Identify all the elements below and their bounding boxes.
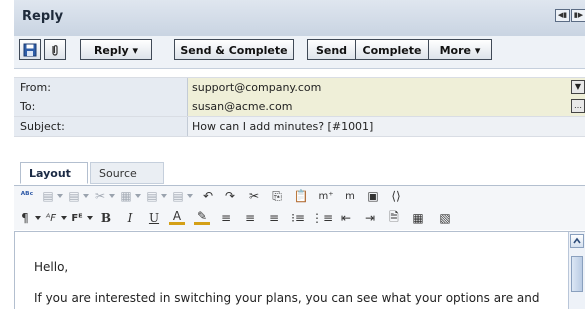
table-insert-dropdown-icon[interactable] bbox=[135, 194, 141, 198]
editor-toolbar-row2: ¶ ᴬF Fᴱ B I U A ✎ ≡ ≡ ≡ ⁝≡ ⋮≡ ⇤ ⇥ 🗎 ▦ ▧ bbox=[14, 208, 585, 230]
editor-toolbar-row1: ᴬᴮᶜ ▤ ▤ ✂ ▦ ▤ ▤ ↶ ↷ ✂ ⎘ 📋 m⁺ m ▣ ⟨⟩ bbox=[14, 186, 585, 208]
send-button[interactable]: Send bbox=[307, 39, 356, 60]
more-label: More bbox=[439, 44, 471, 57]
insert-picture-icon[interactable]: ▧ bbox=[437, 210, 453, 226]
paste-icon[interactable]: 📋 bbox=[293, 188, 309, 204]
chevron-up-icon bbox=[573, 237, 581, 244]
reply-dropdown-icon: ▾ bbox=[132, 44, 139, 57]
save-button[interactable] bbox=[19, 39, 41, 60]
insert-code-icon[interactable]: ⟨⟩ bbox=[388, 188, 404, 204]
subject-label: Subject: bbox=[14, 117, 188, 136]
insert-table-icon[interactable]: ▦ bbox=[410, 210, 426, 226]
outdent-icon[interactable]: ⇤ bbox=[338, 210, 354, 226]
subject-value: How can I add minutes? [#1001] bbox=[192, 120, 374, 133]
paragraph-format-icon[interactable]: ¶ bbox=[17, 210, 33, 226]
numbered-list-icon[interactable]: ⁝≡ bbox=[290, 210, 306, 226]
from-label: From: bbox=[14, 78, 188, 97]
cut-icon[interactable]: ✂ bbox=[246, 188, 262, 204]
from-dropdown-icon[interactable]: ▼ bbox=[571, 80, 585, 94]
font-size-icon[interactable]: Fᴱ bbox=[69, 210, 85, 226]
complete-label: Complete bbox=[362, 44, 422, 57]
editor-body-line: If you are interested in switching your … bbox=[34, 291, 540, 305]
to-field[interactable]: susan@acme.com … bbox=[188, 97, 585, 116]
from-row: From: support@company.com ▼ bbox=[14, 77, 585, 98]
copy-icon[interactable]: ⎘ bbox=[269, 188, 285, 204]
tab-source[interactable]: Source bbox=[90, 162, 164, 184]
tab-layout[interactable]: Layout bbox=[20, 162, 88, 184]
message-header-fields: From: support@company.com ▼ To: susan@ac… bbox=[14, 77, 585, 147]
merge-field-icon[interactable]: m⁺ bbox=[318, 188, 334, 204]
bold-icon[interactable]: B bbox=[98, 210, 114, 226]
highlight-icon[interactable]: ✎ bbox=[194, 209, 210, 225]
editor-tabs: Layout Source bbox=[14, 160, 585, 186]
redo-icon[interactable]: ↷ bbox=[222, 188, 238, 204]
complete-button[interactable]: Complete bbox=[355, 39, 429, 60]
table-insert-icon[interactable]: ▦ bbox=[118, 188, 134, 204]
send-complete-button[interactable]: Send & Complete bbox=[174, 39, 294, 60]
template-icon[interactable]: ▤ bbox=[144, 188, 160, 204]
spellcheck-icon[interactable]: ᴬᴮᶜ bbox=[19, 188, 35, 204]
send-label: Send bbox=[315, 44, 348, 57]
subject-field[interactable]: How can I add minutes? [#1001] bbox=[188, 117, 585, 136]
from-value: support@company.com bbox=[192, 81, 322, 94]
font-family-dropdown-icon[interactable] bbox=[61, 216, 67, 220]
more-button[interactable]: More ▾ bbox=[428, 39, 492, 60]
title-bar: Reply ◀▮ ▮▶ ▭ bbox=[14, 0, 585, 37]
underline-icon[interactable]: U bbox=[146, 210, 162, 226]
collapse-right-icon[interactable]: ▮▶ bbox=[571, 9, 585, 22]
align-left-icon[interactable]: ≡ bbox=[218, 210, 234, 226]
to-label: To: bbox=[14, 97, 188, 116]
undo-icon[interactable]: ↶ bbox=[200, 188, 216, 204]
save-icon bbox=[23, 43, 37, 57]
paragraph-icon[interactable]: ▤ bbox=[66, 188, 82, 204]
to-value: susan@acme.com bbox=[192, 100, 293, 113]
more-dropdown-icon: ▾ bbox=[474, 44, 481, 57]
snippet-icon[interactable]: ▤ bbox=[170, 188, 186, 204]
attach-button[interactable] bbox=[44, 39, 66, 60]
link-icon[interactable]: ✂ bbox=[92, 188, 108, 204]
template-dropdown-icon[interactable] bbox=[161, 194, 167, 198]
collapse-left-icon[interactable]: ◀▮ bbox=[555, 9, 570, 22]
action-toolbar: Reply ▾ Send & Complete Send Complete Mo… bbox=[14, 36, 585, 69]
font-color-icon[interactable]: A bbox=[169, 209, 185, 225]
align-center-icon[interactable]: ≡ bbox=[242, 210, 258, 226]
scroll-up-icon[interactable] bbox=[570, 234, 584, 248]
font-size-dropdown-icon[interactable] bbox=[87, 216, 93, 220]
font-family-icon[interactable]: ᴬF bbox=[43, 210, 59, 226]
bullet-list-icon[interactable]: ⋮≡ bbox=[311, 210, 333, 226]
window-title: Reply bbox=[22, 9, 64, 24]
merge-field-edit-icon[interactable]: m bbox=[342, 188, 358, 204]
insert-image-icon[interactable]: ▣ bbox=[365, 188, 381, 204]
indent-icon[interactable]: ⇥ bbox=[362, 210, 378, 226]
address-book-icon[interactable]: … bbox=[571, 99, 585, 113]
paperclip-icon bbox=[52, 45, 58, 56]
insert-file-icon[interactable]: 🗎 bbox=[386, 210, 402, 226]
editor-greeting: Hello, bbox=[34, 260, 69, 274]
style-icon[interactable]: ▤ bbox=[40, 188, 56, 204]
subject-row: Subject: How can I add minutes? [#1001] bbox=[14, 117, 585, 137]
reply-button-label: Reply bbox=[93, 44, 129, 57]
style-dropdown-icon[interactable] bbox=[57, 194, 63, 198]
reply-button[interactable]: Reply ▾ bbox=[80, 39, 152, 60]
to-row: To: susan@acme.com … bbox=[14, 97, 585, 117]
italic-icon[interactable]: I bbox=[122, 210, 138, 226]
send-complete-label: Send & Complete bbox=[180, 44, 288, 57]
align-right-icon[interactable]: ≡ bbox=[266, 210, 282, 226]
link-dropdown-icon[interactable] bbox=[109, 194, 115, 198]
scroll-thumb[interactable] bbox=[571, 256, 583, 292]
paragraph-dropdown-icon[interactable] bbox=[83, 194, 89, 198]
paragraph-format-dropdown-icon[interactable] bbox=[35, 216, 41, 220]
snippet-dropdown-icon[interactable] bbox=[187, 194, 193, 198]
message-editor[interactable]: Hello, If you are interested in switchin… bbox=[14, 231, 585, 309]
editor-scrollbar[interactable] bbox=[568, 232, 585, 309]
from-select[interactable]: support@company.com ▼ bbox=[188, 78, 585, 97]
reply-window: Reply ◀▮ ▮▶ ▭ Reply ▾ Send & Complete Se… bbox=[0, 0, 585, 309]
